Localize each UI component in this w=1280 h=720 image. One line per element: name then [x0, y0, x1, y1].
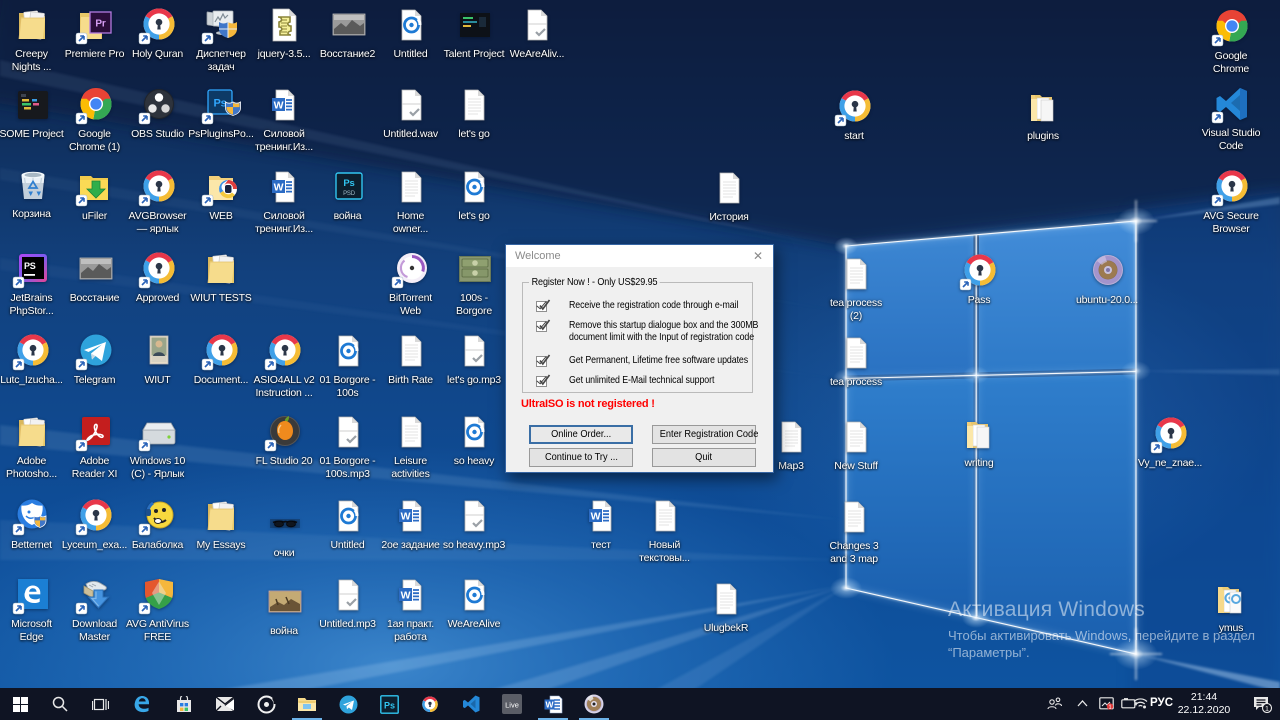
svg-text:Ps: Ps — [383, 700, 394, 710]
svg-text:1: 1 — [1265, 704, 1269, 713]
svg-text:Live: Live — [505, 701, 519, 710]
svg-text:W: W — [545, 699, 554, 709]
